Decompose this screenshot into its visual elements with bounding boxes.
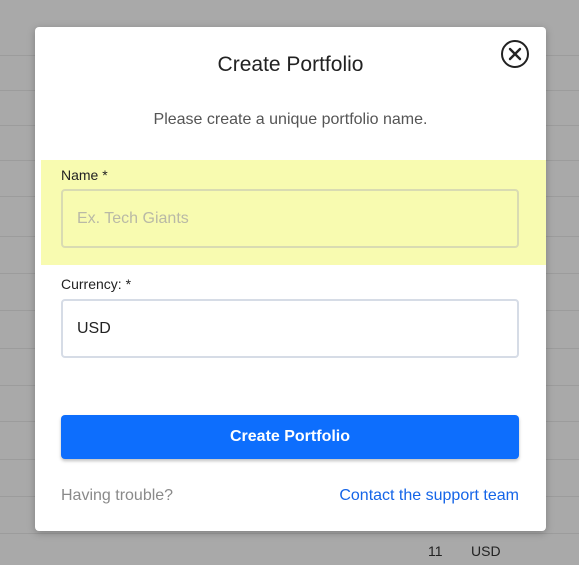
contact-support-link[interactable]: Contact the support team bbox=[339, 487, 519, 505]
close-icon bbox=[508, 47, 522, 61]
dialog-subtitle: Please create a unique portfolio name. bbox=[153, 111, 428, 128]
create-portfolio-dialog: Create Portfolio Please create a unique … bbox=[35, 27, 546, 531]
help-text: Having trouble? bbox=[61, 487, 174, 504]
table-row-divider bbox=[0, 533, 579, 534]
dialog-title: Create Portfolio bbox=[217, 53, 364, 76]
create-portfolio-button[interactable]: Create Portfolio bbox=[61, 415, 519, 459]
currency-field-label: Currency: * bbox=[61, 276, 132, 292]
table-cell-currency: USD bbox=[471, 543, 501, 559]
portfolio-name-input[interactable] bbox=[61, 189, 519, 248]
name-field-label: Name * bbox=[61, 167, 108, 183]
table-cell-count: 11 bbox=[428, 543, 443, 559]
currency-input[interactable] bbox=[61, 299, 519, 358]
close-button[interactable] bbox=[501, 40, 529, 68]
